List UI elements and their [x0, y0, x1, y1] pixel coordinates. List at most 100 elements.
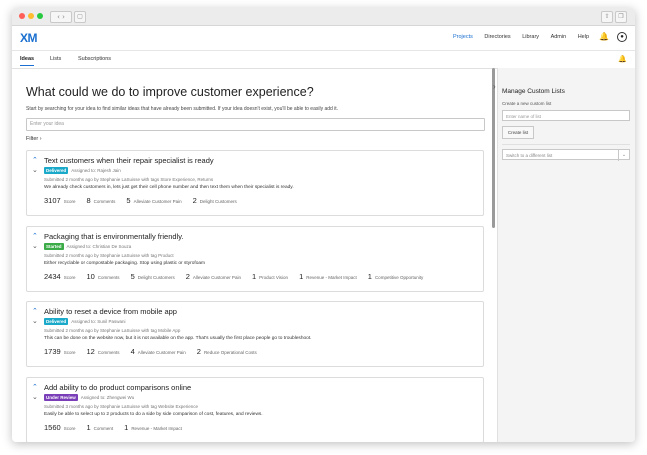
stat-value: 3107 [44, 196, 61, 205]
tab-lists[interactable]: Lists [50, 56, 61, 62]
tabs-icon[interactable]: ❐ [615, 11, 627, 23]
sidebar-toggle-icon[interactable]: ▢ [74, 11, 86, 23]
stat-value: 12 [86, 347, 95, 356]
stat-value: 2 [192, 196, 197, 205]
idea-stat: 1560 Score [44, 423, 75, 432]
share-icon[interactable]: ⇧ [601, 11, 613, 23]
xm-logo[interactable]: XM [20, 31, 38, 45]
panel-title: Manage Custom Lists [502, 88, 565, 95]
filter-toggle[interactable]: Filter › [26, 136, 42, 142]
status-badge: Delivered [44, 318, 69, 325]
tab-bar: Ideas Lists Subscriptions 🔔 [12, 51, 635, 69]
close-window-button[interactable] [19, 13, 25, 19]
panel-divider [502, 144, 630, 145]
stat-label: Score [63, 350, 76, 355]
minimize-window-button[interactable] [28, 13, 34, 19]
idea-stat: 3107 Score [44, 196, 75, 205]
filter-label: Filter [26, 136, 39, 142]
back-forward-buttons[interactable]: ‹ › [50, 11, 72, 23]
stat-value: 5 [130, 272, 135, 281]
idea-meta: Submitted 2 months ago by Stephanie LaSu… [44, 328, 181, 333]
idea-description: We already check customers in, lets just… [44, 185, 294, 190]
upvote-chevron-icon[interactable]: ⌃ [32, 307, 38, 315]
stat-value: 2 [196, 347, 201, 356]
stat-value: 1 [86, 423, 91, 432]
stat-value: 1 [367, 272, 372, 281]
nav-links: Projects Directories Library Admin Help [443, 34, 589, 40]
idea-search-input[interactable]: Enter your idea [26, 118, 485, 131]
stat-label: Reduce Operational Costs [203, 350, 257, 355]
chevron-down-icon: ⌄ [618, 150, 629, 161]
idea-meta: Submitted 2 months ago by Stephanie LaSu… [44, 253, 174, 258]
create-list-button[interactable]: Create list [502, 126, 534, 139]
nav-link-admin[interactable]: Admin [551, 34, 567, 40]
stat-label: Revenue - Market Impact [306, 275, 357, 280]
idea-stat: 10 Comments [86, 272, 119, 281]
nav-link-library[interactable]: Library [522, 34, 539, 40]
list-name-input[interactable]: Enter name of list [502, 110, 630, 121]
stat-label: Delight Customers [137, 275, 175, 280]
stat-value: 10 [86, 272, 95, 281]
title-bar: ‹ › ▢ ⇧ ❐ [12, 8, 635, 26]
idea-stat: 4 Alleviate Customer Pain [131, 347, 186, 356]
idea-status-line: Delivered Assigned to: Sunil Paswani [44, 318, 126, 325]
tab-ideas[interactable]: Ideas [20, 56, 35, 66]
assigned-to: Assigned to: Rajesh Jain [71, 168, 121, 173]
idea-status-line: Under Review Assigned to: Zhengwei Wu [44, 394, 134, 401]
stat-label: Competitive Opportunity [374, 275, 424, 280]
top-navigation: XM Projects Directories Library Admin He… [12, 26, 635, 51]
downvote-chevron-icon[interactable]: ⌄ [32, 166, 38, 174]
idea-stats: 1560 Score 1 Comment 1 Revenue - Market Impac… [44, 423, 193, 432]
notifications-bell-icon[interactable]: 🔔 [599, 32, 609, 41]
idea-title[interactable]: Text customers when their repair special… [44, 156, 214, 165]
nav-link-help[interactable]: Help [578, 34, 589, 40]
idea-stats: 3107 Score 8 Comments 5 Alleviate Customer Pa… [44, 196, 248, 205]
stat-label: Revenue - Market Impact [131, 426, 182, 431]
maximize-window-button[interactable] [37, 13, 43, 19]
switch-list-select[interactable]: Switch to a different list ⌄ [502, 149, 630, 161]
collapse-panel-chevron-icon[interactable]: › [493, 82, 496, 91]
idea-stat: 2 Alleviate Customer Pain [186, 272, 241, 281]
stat-value: 1 [299, 272, 304, 281]
idea-title[interactable]: Add ability to do product comparisons on… [44, 383, 191, 392]
upvote-chevron-icon[interactable]: ⌃ [32, 383, 38, 391]
idea-card[interactable]: ⌃ ⌄ Ability to reset a device from mobile … [26, 301, 484, 367]
stat-label: Delight Customers [199, 199, 237, 204]
idea-card[interactable]: ⌃ ⌄ Packaging that is environmentally frie… [26, 226, 484, 292]
tab-subscriptions[interactable]: Subscriptions [78, 56, 111, 62]
user-account-icon[interactable]: ● [617, 32, 627, 42]
nav-link-projects[interactable]: Projects [453, 34, 473, 40]
stat-value: 1560 [44, 423, 61, 432]
downvote-chevron-icon[interactable]: ⌄ [32, 393, 38, 401]
ideas-main-area: What could we do to improve customer exp… [12, 68, 492, 442]
downvote-chevron-icon[interactable]: ⌄ [32, 242, 38, 250]
stat-label: Score [63, 275, 76, 280]
idea-stat: 1 Competitive Opportunity [368, 272, 423, 281]
assigned-to: Assigned to: Christian De Souza [66, 244, 132, 249]
idea-stat: 12 Comments [86, 347, 119, 356]
stat-value: 8 [86, 196, 91, 205]
intro-text: Start by searching for your idea to find… [26, 106, 339, 112]
idea-card[interactable]: ⌃ ⌄ Text customers when their repair speci… [26, 150, 484, 216]
idea-card[interactable]: ⌃ ⌄ Add ability to do product comparisons … [26, 377, 484, 442]
idea-description: This can be done on the website now, but… [44, 336, 312, 341]
main-scrollbar[interactable] [492, 68, 495, 228]
upvote-chevron-icon[interactable]: ⌃ [32, 232, 38, 240]
idea-stats: 2434 Score 10 Comments 5 Delight Customers 2 Al… [44, 272, 434, 281]
upvote-chevron-icon[interactable]: ⌃ [32, 156, 38, 164]
subscribe-bell-icon[interactable]: 🔔 [618, 55, 627, 63]
assigned-to: Assigned to: Zhengwei Wu [80, 395, 135, 400]
browser-window: ‹ › ▢ ⇧ ❐ XM Projects Directories Librar… [12, 8, 635, 442]
downvote-chevron-icon[interactable]: ⌄ [32, 317, 38, 325]
idea-title[interactable]: Packaging that is environmentally friend… [44, 232, 184, 241]
idea-title[interactable]: Ability to reset a device from mobile ap… [44, 307, 177, 316]
chevron-right-icon: › [39, 136, 42, 142]
stat-label: Comments [97, 275, 120, 280]
idea-stat: 2 Reduce Operational Costs [197, 347, 257, 356]
stat-label: Product Vision [259, 275, 289, 280]
idea-stat: 2 Delight Customers [193, 196, 237, 205]
idea-status-line: Delivered Assigned to: Rajesh Jain [44, 167, 121, 174]
nav-link-directories[interactable]: Directories [484, 34, 510, 40]
stat-value: 5 [126, 196, 131, 205]
stat-label: Score [63, 199, 76, 204]
